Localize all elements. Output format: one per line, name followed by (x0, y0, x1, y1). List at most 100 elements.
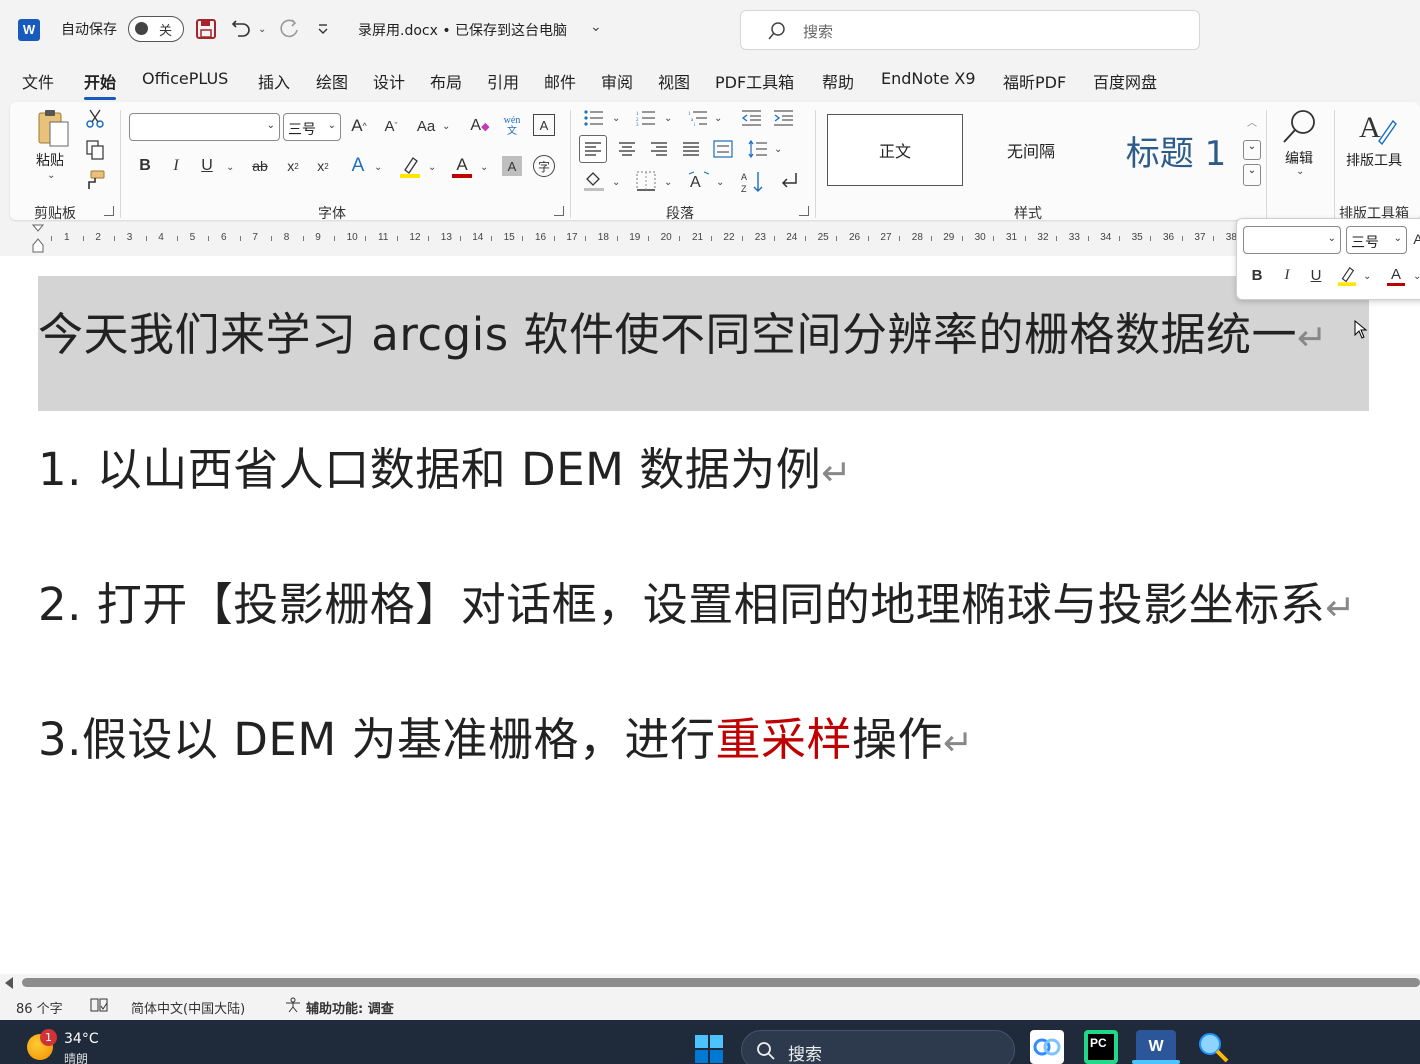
paragraph-launcher-icon[interactable] (799, 206, 809, 216)
decrease-indent-icon[interactable] (740, 107, 764, 129)
layout-tools-button[interactable]: 排版工具 (1346, 150, 1402, 170)
sort-icon[interactable]: AZ (740, 168, 766, 196)
tab-baidu-netdisk[interactable]: 百度网盘 (1093, 69, 1157, 93)
chevron-down-icon[interactable]: ⌄ (612, 177, 620, 188)
chevron-down-icon[interactable]: ⌄ (442, 121, 450, 132)
grow-font-icon[interactable]: A ^ (346, 114, 372, 138)
align-right-icon[interactable] (645, 135, 673, 163)
paragraph-3[interactable]: 2. 打开【投影栅格】对话框，设置相同的地理椭球与投影坐标系↵ (38, 568, 1356, 633)
baidu-netdisk-app-icon[interactable] (1030, 1030, 1064, 1064)
character-shading-icon[interactable]: A (502, 156, 522, 176)
mini-font-size-select[interactable]: 三号 ⌄ (1346, 226, 1407, 254)
borders-icon[interactable] (634, 168, 658, 194)
mini-font-name-select[interactable]: ⌄ (1243, 226, 1341, 254)
edit-label[interactable]: 编辑 (1285, 148, 1313, 168)
mini-bold-icon[interactable]: B (1247, 263, 1267, 287)
tab-layout[interactable]: 布局 (430, 69, 462, 93)
scroll-left-icon[interactable] (5, 977, 13, 989)
paste-label[interactable]: 粘贴 (36, 150, 64, 170)
mini-italic-icon[interactable]: I (1277, 263, 1297, 287)
show-marks-icon[interactable] (776, 168, 802, 194)
weather-temperature[interactable]: 34°C (64, 1031, 99, 1047)
line-spacing-icon[interactable] (743, 135, 771, 163)
numbering-icon[interactable]: 123 (634, 107, 658, 129)
chevron-down-icon[interactable]: ⌄ (774, 144, 782, 155)
style-heading-1[interactable]: 标题 1 (1101, 114, 1251, 186)
align-center-icon[interactable] (613, 135, 641, 163)
mini-highlight-icon[interactable] (1336, 263, 1358, 289)
find-icon[interactable] (1280, 106, 1320, 146)
word-app-icon[interactable]: W (1136, 1030, 1176, 1064)
chevron-down-icon[interactable]: ⌄ (1363, 271, 1371, 282)
tab-help[interactable]: 帮助 (822, 69, 854, 93)
font-size-select[interactable]: 三号 ⌄ (283, 113, 341, 141)
chevron-down-icon[interactable]: ⌄ (374, 162, 382, 173)
paragraph-4[interactable]: 3.假设以 DEM 为基准栅格，进行重采样操作↵ (38, 703, 974, 768)
redo-icon[interactable] (276, 16, 302, 42)
change-case-icon[interactable]: Aa (412, 114, 440, 138)
gallery-up-icon[interactable]: ︿ (1243, 114, 1261, 134)
tab-draw[interactable]: 绘图 (316, 69, 348, 93)
cut-icon[interactable] (84, 108, 106, 130)
horizontal-scrollbar[interactable] (0, 974, 1420, 992)
clear-formatting-icon[interactable]: A ◆ (468, 114, 492, 138)
tab-pdf-toolbox[interactable]: PDF工具箱 (715, 69, 794, 93)
copy-icon[interactable] (84, 139, 106, 161)
chevron-down-icon[interactable]: ⌄ (612, 113, 620, 124)
tab-review[interactable]: 审阅 (601, 69, 633, 93)
chevron-down-icon[interactable]: ⌄ (716, 177, 724, 188)
document-title[interactable]: 录屏用.docx • 已保存到这台电脑 (358, 20, 567, 40)
tab-mailings[interactable]: 邮件 (544, 69, 576, 93)
tab-officeplus[interactable]: OfficePLUS (142, 69, 228, 88)
bold-icon[interactable]: B (134, 154, 156, 178)
magnifier-app-icon[interactable] (1196, 1030, 1230, 1064)
customize-toolbar-icon[interactable] (310, 16, 336, 42)
search-input[interactable]: 搜索 (740, 10, 1200, 50)
tab-design[interactable]: 设计 (373, 69, 405, 93)
autosave-toggle[interactable]: 关 (128, 16, 184, 42)
paste-icon[interactable] (34, 108, 74, 148)
chevron-down-icon[interactable]: ⌄ (428, 162, 436, 173)
gallery-down-icon[interactable]: ⌄ (1243, 140, 1261, 160)
font-launcher-icon[interactable] (554, 206, 564, 216)
edit-dropdown-icon[interactable]: ⌄ (1296, 166, 1304, 177)
layout-tools-icon[interactable]: A (1356, 106, 1398, 146)
tab-foxit-pdf[interactable]: 福昕PDF (1003, 69, 1066, 93)
tab-insert[interactable]: 插入 (258, 69, 290, 93)
bullets-icon[interactable] (582, 107, 606, 129)
subscript-icon[interactable]: x2 (282, 154, 304, 178)
proofing-icon[interactable] (90, 997, 108, 1017)
phonetic-guide-icon[interactable]: wén 文 (500, 112, 524, 140)
increase-indent-icon[interactable] (772, 107, 796, 129)
document-page[interactable]: 今天我们来学习 arcgis 软件使不同空间分辨率的栅格数据统一↵ 1. 以山西… (0, 256, 1420, 974)
paragraph-2[interactable]: 1. 以山西省人口数据和 DEM 数据为例↵ (38, 433, 852, 498)
tab-endnote[interactable]: EndNote X9 (881, 69, 976, 88)
tab-view[interactable]: 视图 (658, 69, 690, 93)
shading-icon[interactable] (582, 168, 606, 194)
character-border-icon[interactable]: A (533, 114, 555, 136)
align-left-icon[interactable] (579, 135, 607, 163)
scrollbar-thumb[interactable] (22, 978, 1420, 987)
paragraph-1[interactable]: 今天我们来学习 arcgis 软件使不同空间分辨率的栅格数据统一↵ (38, 298, 1328, 363)
shrink-font-icon[interactable]: Aˇ (378, 114, 404, 138)
style-no-spacing[interactable]: 无间隔 (966, 114, 1096, 186)
weather-description[interactable]: 晴朗 (64, 1050, 88, 1064)
font-name-select[interactable]: ⌄ (129, 113, 280, 141)
horizontal-ruler[interactable]: 1 2 3 4 5 6 7 8 9 10 11 12 13 14 15 16 17 18 19 20 21 22 23 24 2… (0, 222, 1420, 256)
multilevel-list-icon[interactable]: 1ai (686, 107, 710, 129)
font-color-icon[interactable]: A (450, 154, 474, 180)
strikethrough-icon[interactable]: ab (248, 154, 272, 178)
chevron-down-icon[interactable]: ⌄ (480, 162, 488, 173)
italic-icon[interactable]: I (165, 154, 187, 178)
tab-file[interactable]: 文件 (22, 69, 54, 93)
save-icon[interactable] (193, 16, 219, 42)
tab-home[interactable]: 开始 (84, 69, 117, 100)
chevron-down-icon[interactable]: ⌄ (664, 177, 672, 188)
enclose-characters-icon[interactable]: 字 (533, 155, 555, 177)
distributed-icon[interactable] (709, 135, 737, 163)
undo-icon[interactable] (228, 16, 254, 42)
accessibility-icon[interactable] (284, 997, 302, 1017)
mini-underline-icon[interactable]: U (1306, 263, 1326, 287)
chevron-down-icon[interactable]: ⌄ (664, 113, 672, 124)
start-icon[interactable] (694, 1034, 724, 1064)
